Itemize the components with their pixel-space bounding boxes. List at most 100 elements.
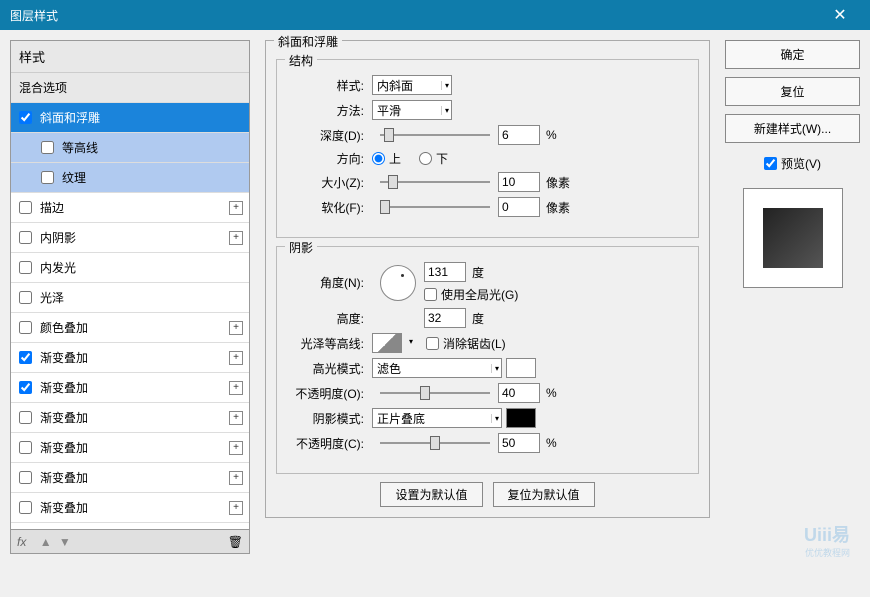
style-item[interactable]: 颜色叠加 + <box>11 313 249 343</box>
style-item[interactable]: 渐变叠加+ <box>11 463 249 493</box>
style-item-checkbox[interactable] <box>19 471 32 484</box>
soften-input[interactable]: 0 <box>498 197 540 217</box>
dialog-body: 样式 混合选项 斜面和浮雕等高线纹理描边+内阴影+内发光光泽颜色叠加+渐变叠加+… <box>0 30 870 564</box>
dir-down-radio[interactable]: 下 <box>419 150 448 167</box>
angle-dial[interactable] <box>380 265 416 301</box>
preview-check[interactable]: 预览(V) <box>725 155 860 172</box>
shadow-mode-label: 阴影模式: <box>287 410 372 427</box>
technique-label: 方法: <box>287 102 372 119</box>
cancel-button[interactable]: 复位 <box>725 77 860 106</box>
size-input[interactable]: 10 <box>498 172 540 192</box>
plus-icon[interactable]: + <box>229 321 243 335</box>
shadow-opacity-input[interactable]: 50 <box>498 433 540 453</box>
highlight-color-swatch[interactable] <box>506 358 536 378</box>
style-item[interactable]: 渐变叠加+ <box>11 373 249 403</box>
style-item-label: 颜色叠加 <box>40 319 88 336</box>
style-item[interactable]: 渐变叠加+ <box>11 343 249 373</box>
plus-icon[interactable]: + <box>229 381 243 395</box>
style-item-checkbox[interactable] <box>19 111 32 124</box>
ok-button[interactable]: 确定 <box>725 40 860 69</box>
style-item-checkbox[interactable] <box>19 261 32 274</box>
highlight-opacity-slider[interactable] <box>380 392 490 394</box>
left-panel: 样式 混合选项 斜面和浮雕等高线纹理描边+内阴影+内发光光泽颜色叠加+渐变叠加+… <box>10 40 250 554</box>
highlight-mode-combo[interactable]: 滤色 <box>372 358 502 378</box>
style-item[interactable]: 渐变叠加+ <box>11 433 249 463</box>
style-item[interactable]: 纹理 <box>11 163 249 193</box>
soften-unit: 像素 <box>546 199 570 216</box>
arrow-down-icon[interactable]: ▼ <box>59 535 71 549</box>
plus-icon[interactable]: + <box>229 441 243 455</box>
style-item[interactable]: 内发光 <box>11 253 249 283</box>
dir-up-radio[interactable]: 上 <box>372 150 401 167</box>
style-combo[interactable]: 内斜面 <box>372 75 452 95</box>
global-light-check[interactable]: 使用全局光(G) <box>424 286 518 303</box>
plus-icon[interactable]: + <box>229 501 243 515</box>
close-icon[interactable]: ✕ <box>820 0 860 30</box>
set-default-button[interactable]: 设置为默认值 <box>380 482 482 507</box>
depth-input[interactable]: 6 <box>498 125 540 145</box>
shading-title: 阴影 <box>285 239 317 256</box>
style-item[interactable]: 描边 + <box>11 193 249 223</box>
style-item-label: 描边 <box>40 199 64 216</box>
highlight-mode-label: 高光模式: <box>287 360 372 377</box>
right-panel: 确定 复位 新建样式(W)... 预览(V) <box>725 40 860 554</box>
blend-options-row[interactable]: 混合选项 <box>11 73 249 103</box>
shadow-color-swatch[interactable] <box>506 408 536 428</box>
style-item-checkbox[interactable] <box>19 321 32 334</box>
gloss-contour-picker[interactable] <box>372 333 402 353</box>
direction-label: 方向: <box>287 150 372 167</box>
style-item[interactable]: 内阴影 + <box>11 223 249 253</box>
highlight-opacity-label: 不透明度(O): <box>287 385 372 402</box>
center-panel: 斜面和浮雕 结构 样式: 内斜面 方法: 平滑 深度(D): 6 % <box>260 40 715 554</box>
style-item-checkbox[interactable] <box>19 291 32 304</box>
size-label: 大小(Z): <box>287 174 372 191</box>
style-item-checkbox[interactable] <box>19 231 32 244</box>
depth-slider[interactable] <box>380 134 490 136</box>
style-item-checkbox[interactable] <box>41 171 54 184</box>
bevel-title: 斜面和浮雕 <box>274 33 342 50</box>
style-item-label: 斜面和浮雕 <box>40 109 100 126</box>
style-item-checkbox[interactable] <box>19 441 32 454</box>
antialias-check[interactable]: 消除锯齿(L) <box>426 335 506 352</box>
style-item-checkbox[interactable] <box>19 201 32 214</box>
technique-combo[interactable]: 平滑 <box>372 100 452 120</box>
style-item-checkbox[interactable] <box>41 141 54 154</box>
size-slider[interactable] <box>380 181 490 183</box>
window-title: 图层样式 <box>10 7 58 24</box>
plus-icon[interactable]: + <box>229 471 243 485</box>
style-item[interactable]: 光泽 <box>11 283 249 313</box>
trash-icon[interactable]: 🗑 <box>228 535 243 549</box>
arrow-up-icon[interactable]: ▲ <box>40 535 52 549</box>
plus-icon[interactable]: + <box>229 351 243 365</box>
style-item-label: 纹理 <box>62 169 86 186</box>
style-item[interactable]: 等高线 <box>11 133 249 163</box>
new-style-button[interactable]: 新建样式(W)... <box>725 114 860 143</box>
fx-icon[interactable]: fx <box>17 535 26 549</box>
style-item[interactable]: 渐变叠加+ <box>11 493 249 523</box>
plus-icon[interactable]: + <box>229 231 243 245</box>
soften-slider[interactable] <box>380 206 490 208</box>
preview-box <box>743 188 843 288</box>
style-item[interactable]: 渐变叠加+ <box>11 403 249 433</box>
titlebar: 图层样式 ✕ <box>0 0 870 30</box>
altitude-label: 高度: <box>287 310 372 327</box>
style-item-checkbox[interactable] <box>19 381 32 394</box>
shadow-opacity-slider[interactable] <box>380 442 490 444</box>
reset-default-button[interactable]: 复位为默认值 <box>493 482 595 507</box>
list-toolbar: fx ▲ ▼ 🗑 <box>10 530 250 554</box>
shadow-mode-combo[interactable]: 正片叠底 <box>372 408 502 428</box>
gloss-label: 光泽等高线: <box>287 335 372 352</box>
shadow-opacity-label: 不透明度(C): <box>287 435 372 452</box>
style-item[interactable]: 渐变叠加+ <box>11 523 249 530</box>
altitude-input[interactable]: 32 <box>424 308 466 328</box>
style-item-checkbox[interactable] <box>19 501 32 514</box>
plus-icon[interactable]: + <box>229 411 243 425</box>
style-item-checkbox[interactable] <box>19 411 32 424</box>
plus-icon[interactable]: + <box>229 201 243 215</box>
style-item-checkbox[interactable] <box>19 351 32 364</box>
angle-input[interactable]: 131 <box>424 262 466 282</box>
style-item[interactable]: 斜面和浮雕 <box>11 103 249 133</box>
style-label: 样式: <box>287 77 372 94</box>
highlight-opacity-input[interactable]: 40 <box>498 383 540 403</box>
style-item-label: 内阴影 <box>40 229 76 246</box>
